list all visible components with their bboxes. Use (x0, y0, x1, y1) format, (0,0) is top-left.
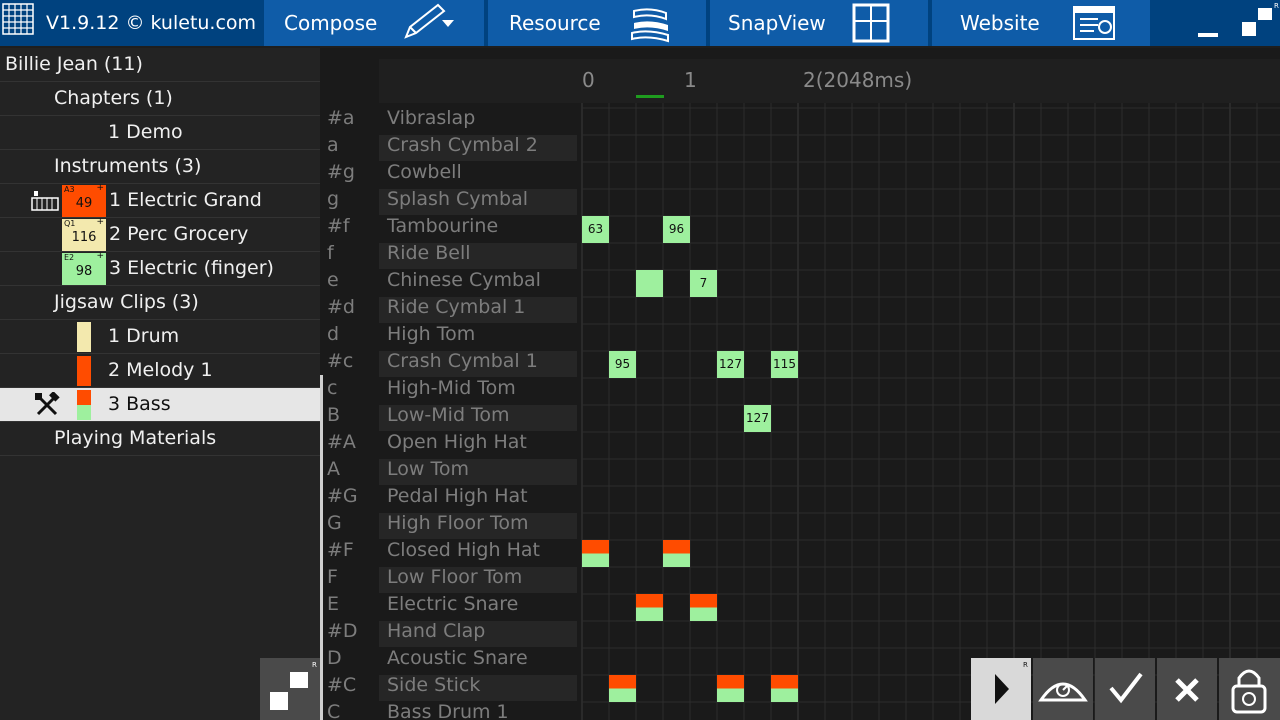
lane-name[interactable]: Hand Clap (379, 620, 577, 642)
lane-name[interactable]: Pedal High Hat (379, 485, 577, 507)
lane-name[interactable]: Electric Snare (379, 593, 577, 615)
lane-name[interactable]: Tambourine (379, 215, 577, 237)
lane-name[interactable]: Vibraslap (379, 107, 577, 129)
lane-name[interactable]: High Tom (379, 323, 577, 345)
lane-key: G (327, 512, 342, 534)
lane-name[interactable]: Bass Drum 1 (379, 701, 577, 720)
lane-key: F (327, 566, 338, 588)
play-button[interactable]: R (971, 658, 1031, 720)
lane-key: B (327, 404, 341, 426)
metronome-button[interactable] (1033, 658, 1093, 720)
note-block[interactable]: 63 (582, 216, 609, 243)
lane-key: #F (327, 539, 354, 561)
lane-key: #G (327, 485, 358, 507)
check-icon (1109, 672, 1143, 704)
note-block[interactable] (771, 675, 798, 702)
lane-name[interactable]: Open High Hat (379, 431, 577, 453)
lane-name[interactable]: Cowbell (379, 161, 577, 183)
lane-key: D (327, 647, 342, 669)
lane-key: A (327, 458, 340, 480)
lane-key: #C (327, 674, 357, 696)
lane-name[interactable]: Chinese Cymbal (379, 269, 577, 291)
note-block[interactable] (582, 540, 609, 567)
svg-text:R: R (1023, 661, 1028, 669)
lane-key: #f (327, 215, 350, 237)
note-block[interactable] (717, 675, 744, 702)
lane-name[interactable]: Crash Cymbal 1 (379, 350, 577, 372)
lane-key: #c (327, 350, 354, 372)
note-block[interactable] (690, 594, 717, 621)
lane-key: g (327, 188, 340, 210)
lane-key: E (327, 593, 340, 615)
lane-name[interactable]: Low-Mid Tom (379, 404, 577, 426)
play-icon: R (995, 661, 1028, 704)
lane-name[interactable]: Ride Cymbal 1 (379, 296, 577, 318)
snap-toggle-icon[interactable]: R (260, 658, 320, 720)
note-block[interactable]: 96 (663, 216, 690, 243)
lane-key: #g (327, 161, 355, 183)
lane-name[interactable]: Low Tom (379, 458, 577, 480)
note-block[interactable]: 127 (717, 351, 744, 378)
close-icon (1175, 678, 1199, 702)
lane-name[interactable]: Acoustic Snare (379, 647, 577, 669)
note-block[interactable]: 7 (690, 270, 717, 297)
lock-button[interactable] (1219, 658, 1280, 720)
lane-key: c (327, 377, 338, 399)
note-block[interactable] (636, 270, 663, 297)
lane-key: a (327, 134, 339, 156)
note-block[interactable] (636, 594, 663, 621)
lane-name[interactable]: Splash Cymbal (379, 188, 577, 210)
lane-key: #A (327, 431, 356, 453)
metronome-icon (1038, 682, 1088, 702)
note-block[interactable]: 115 (771, 351, 798, 378)
lane-key: f (327, 242, 334, 264)
lane-name[interactable]: High Floor Tom (379, 512, 577, 534)
confirm-button[interactable] (1095, 658, 1155, 720)
svg-text:R: R (312, 661, 317, 669)
cancel-button[interactable] (1157, 658, 1217, 720)
lane-name[interactable]: Side Stick (379, 674, 577, 696)
note-block[interactable]: 95 (609, 351, 636, 378)
lane-name[interactable]: Ride Bell (379, 242, 577, 264)
note-block[interactable] (609, 675, 636, 702)
lane-key: d (327, 323, 340, 345)
lane-name[interactable]: Crash Cymbal 2 (379, 134, 577, 156)
lane-key: C (327, 701, 341, 720)
lane-key: e (327, 269, 339, 291)
lane-key: #a (327, 107, 355, 129)
lane-key: #D (327, 620, 358, 642)
lane-name[interactable]: High-Mid Tom (379, 377, 577, 399)
note-block[interactable]: 127 (744, 405, 771, 432)
lock-icon (1231, 669, 1267, 714)
lane-name[interactable]: Closed High Hat (379, 539, 577, 561)
lane-name[interactable]: Low Floor Tom (379, 566, 577, 588)
note-block[interactable] (663, 540, 690, 567)
lane-key: #d (327, 296, 355, 318)
